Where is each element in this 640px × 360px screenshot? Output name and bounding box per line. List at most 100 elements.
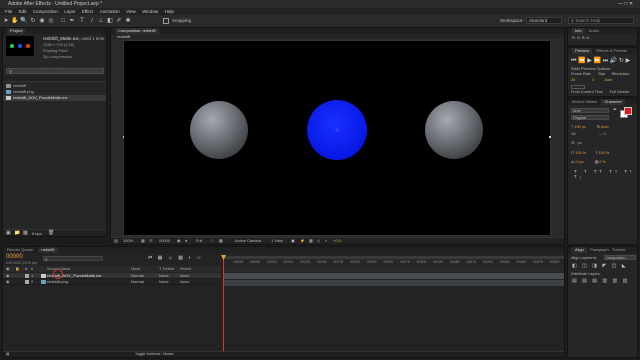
- ram-preview-icon[interactable]: ▶: [626, 58, 631, 64]
- resolution-dropdown[interactable]: Full: [196, 238, 202, 244]
- visibility-eye-icon[interactable]: ◉: [6, 279, 10, 285]
- fast-previews-icon[interactable]: ⚡: [300, 238, 305, 244]
- view-layout-dropdown[interactable]: 1 View: [271, 238, 283, 244]
- eraser-tool-icon[interactable]: ◧: [106, 17, 114, 25]
- tab-tracker[interactable]: Tracker: [610, 247, 625, 252]
- menu-file[interactable]: File: [5, 8, 12, 15]
- align-to-dropdown[interactable]: Composition: [604, 255, 636, 260]
- vertical-scale-value[interactable]: 100 %: [575, 151, 586, 155]
- maximize-icon[interactable]: □: [624, 1, 627, 7]
- distribute-vcenter-icon[interactable]: ▤: [582, 278, 589, 284]
- distribute-left-icon[interactable]: ▥: [602, 278, 609, 284]
- snapping-checkbox[interactable]: [163, 18, 169, 24]
- zoom-tool-icon[interactable]: 🔍: [20, 17, 28, 25]
- align-left-icon[interactable]: ◧: [572, 263, 579, 269]
- play-icon[interactable]: ▶: [587, 58, 592, 64]
- tab-project[interactable]: Project: [7, 28, 26, 34]
- layer-mode-dropdown[interactable]: Normal: [131, 279, 144, 285]
- align-top-icon[interactable]: ◤: [602, 263, 608, 269]
- magnification-dropdown[interactable]: 100%: [123, 238, 133, 244]
- loop-icon[interactable]: ↻: [619, 58, 624, 64]
- menu-window[interactable]: Window: [142, 8, 158, 15]
- distribute-right-icon[interactable]: ▥: [623, 278, 630, 284]
- region-of-interest-icon[interactable]: □: [211, 238, 213, 244]
- timeline-icon[interactable]: ▩: [309, 238, 313, 244]
- resolution-value[interactable]: Auto: [595, 78, 612, 82]
- align-vcenter-icon[interactable]: ◫: [612, 263, 619, 269]
- superscript-button[interactable]: T¹: [624, 169, 634, 174]
- tsume-value[interactable]: 0 %: [599, 160, 606, 164]
- search-help-box[interactable]: ⚲ Search Help: [568, 17, 634, 24]
- skip-value[interactable]: 0: [576, 78, 594, 82]
- always-preview-icon[interactable]: ▤: [114, 238, 118, 244]
- frame-rate-value[interactable]: 25: [571, 78, 575, 82]
- fill-color-swatch[interactable]: [624, 107, 632, 115]
- layer-bar-1[interactable]: [223, 273, 564, 279]
- brush-tool-icon[interactable]: /: [88, 17, 96, 25]
- camera-tool-icon[interactable]: ◉: [38, 17, 46, 25]
- close-icon[interactable]: ✕: [629, 1, 633, 7]
- exposure-value[interactable]: +0.0: [333, 238, 341, 244]
- col-parent[interactable]: Parent: [180, 266, 191, 272]
- composition-subtab-redshift[interactable]: redshift: [113, 34, 130, 39]
- menu-animation[interactable]: Animation: [100, 8, 120, 15]
- leading-value[interactable]: Auto: [601, 125, 609, 129]
- font-size-value[interactable]: 100 px: [574, 125, 585, 129]
- horizontal-scale-value[interactable]: 100 %: [599, 151, 610, 155]
- align-right-icon[interactable]: ◨: [592, 263, 599, 269]
- frame-blending-icon[interactable]: ▩: [178, 255, 185, 261]
- align-bottom-icon[interactable]: ◣: [622, 263, 628, 269]
- minimize-icon[interactable]: —: [618, 1, 623, 7]
- from-current-time-checkbox[interactable]: [571, 85, 585, 89]
- expand-switches-icon[interactable]: ▤: [6, 352, 9, 357]
- tab-render-queue[interactable]: Render Queue: [7, 247, 33, 252]
- tab-audio[interactable]: Audio: [586, 28, 599, 33]
- composition-viewer[interactable]: [122, 40, 551, 236]
- snapshot-icon[interactable]: ◉: [177, 238, 181, 244]
- subscript-button[interactable]: T₁: [574, 174, 584, 179]
- layer-parent-dropdown[interactable]: None: [180, 279, 190, 285]
- roto-brush-tool-icon[interactable]: ✐: [115, 17, 123, 25]
- menu-composition[interactable]: Composition: [33, 8, 58, 15]
- all-caps-button[interactable]: TT: [594, 169, 605, 174]
- label-color-chip[interactable]: [25, 274, 29, 278]
- clone-stamp-tool-icon[interactable]: ⊥: [97, 17, 105, 25]
- transparency-grid-icon[interactable]: ▩: [219, 238, 223, 244]
- layer-bar-2[interactable]: [223, 280, 564, 286]
- search-help-input[interactable]: Search Help: [575, 18, 600, 23]
- align-hcenter-icon[interactable]: ◫: [582, 263, 589, 269]
- bit-depth-button[interactable]: 8 bpc: [32, 231, 42, 236]
- flowchart-icon[interactable]: ◇: [317, 238, 320, 244]
- font-style-dropdown[interactable]: Regular: [571, 115, 609, 120]
- safe-zones-icon[interactable]: ▦: [141, 238, 145, 244]
- workspace-select[interactable]: Standard: [526, 17, 562, 24]
- next-frame-icon[interactable]: ⏩: [594, 58, 601, 64]
- reset-exposure-icon[interactable]: ◐: [325, 238, 327, 244]
- toggle-pixel-aspect-icon[interactable]: ▣: [291, 238, 295, 244]
- toggle-switches-modes-button[interactable]: Toggle Switches / Modes: [135, 352, 174, 357]
- tracking-value[interactable]: 0: [604, 132, 606, 136]
- timeline-search-input[interactable]: ⚲: [43, 256, 103, 262]
- tab-paragraph[interactable]: Paragraph: [588, 247, 609, 252]
- work-area-bar[interactable]: [223, 256, 564, 259]
- last-frame-icon[interactable]: ⏭: [603, 58, 608, 64]
- new-folder-icon[interactable]: 📁: [14, 230, 20, 236]
- tab-preview[interactable]: Preview: [572, 48, 593, 54]
- trash-icon[interactable]: 🗑: [48, 230, 54, 236]
- first-frame-icon[interactable]: ⏮: [571, 58, 576, 64]
- menu-edit[interactable]: Edit: [19, 8, 27, 15]
- new-composition-icon[interactable]: ▩: [23, 230, 28, 236]
- font-family-dropdown[interactable]: Arial: [571, 108, 609, 113]
- camera-view-dropdown[interactable]: Active Camera: [235, 238, 261, 244]
- distribute-top-icon[interactable]: ▤: [572, 278, 579, 284]
- menu-view[interactable]: View: [126, 8, 136, 15]
- tab-align[interactable]: Align: [572, 247, 587, 253]
- menu-layer[interactable]: Layer: [64, 8, 75, 15]
- draft-3d-icon[interactable]: ▦: [158, 255, 165, 261]
- motion-blur-icon[interactable]: ◐: [188, 255, 193, 261]
- tab-effects-presets[interactable]: Effects & Presets: [593, 48, 627, 53]
- type-tool-icon[interactable]: T: [78, 17, 86, 25]
- grid-icon[interactable]: ☷: [149, 238, 153, 244]
- faux-italic-button[interactable]: T: [584, 169, 590, 174]
- label-color-chip[interactable]: [25, 280, 29, 284]
